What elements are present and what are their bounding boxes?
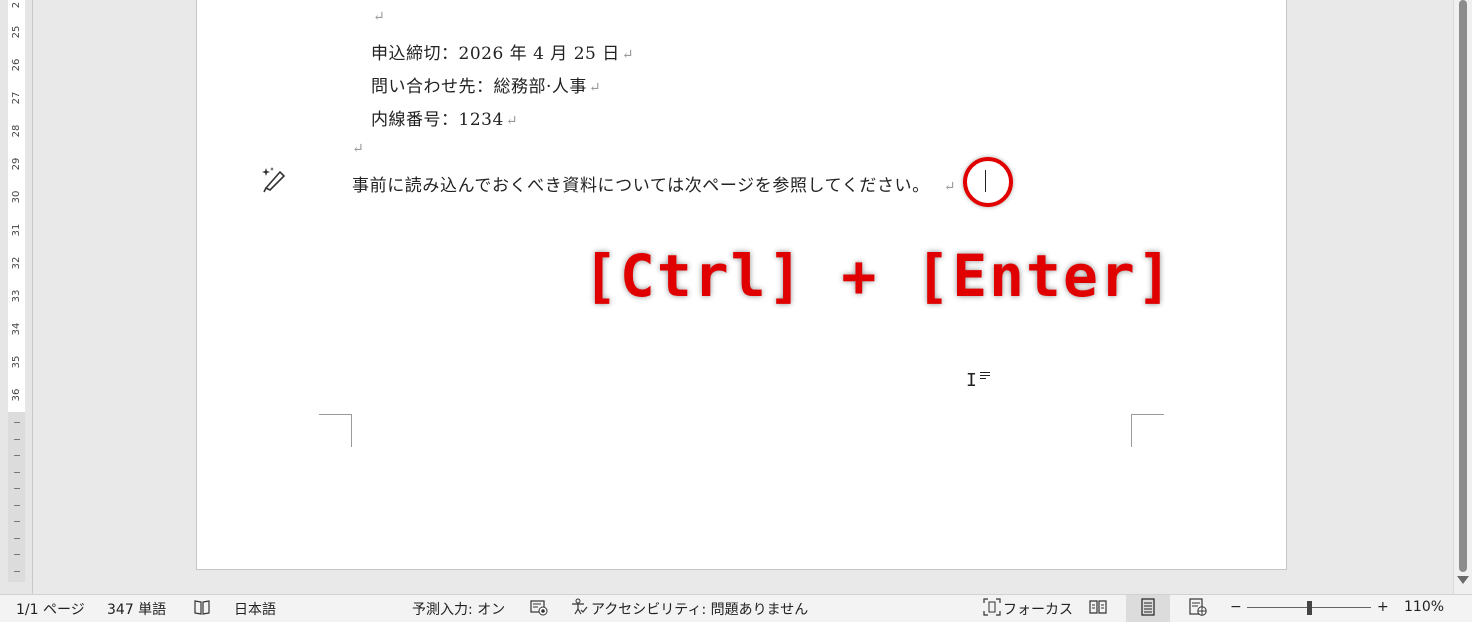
paragraph-mark: ↵: [373, 9, 386, 25]
ruler-tick: [14, 538, 20, 539]
ruler-tick: [14, 488, 20, 489]
highlight-circle: [963, 157, 1013, 207]
proofing-book-icon[interactable]: [193, 598, 211, 616]
ruler-tick: [14, 521, 20, 522]
vertical-scrollbar[interactable]: [1453, 0, 1472, 594]
zoom-level[interactable]: 110%: [1404, 599, 1444, 615]
paragraph-text: 問い合わせ先：総務部·人事: [371, 77, 587, 97]
ruler-label: 33: [11, 289, 22, 303]
margin-corner-left: [319, 414, 352, 447]
predictive-input-status[interactable]: 予測入力: オン: [412, 599, 505, 619]
focus-button[interactable]: フォーカス: [1003, 599, 1073, 619]
ruler-label: 32: [11, 256, 22, 270]
ruler-label: 25: [11, 25, 22, 39]
ibeam-indent-icon: [980, 372, 990, 381]
zoom-out-button[interactable]: −: [1230, 599, 1242, 615]
ruler-label: 30: [11, 190, 22, 204]
read-mode-icon[interactable]: [1089, 598, 1107, 616]
ruler-tick: [14, 505, 20, 506]
ruler-label: 36: [11, 388, 22, 402]
ruler-track-margin: [8, 412, 25, 582]
ruler-label: 34: [11, 322, 22, 336]
empty-paragraph[interactable]: ↵: [350, 138, 364, 158]
shortcut-annotation: [Ctrl] + [Enter]: [582, 241, 1174, 312]
paragraph-text: 事前に読み込んでおくべき資料については次ページを参照してください。: [352, 176, 930, 196]
ruler-tick: [14, 554, 20, 555]
scroll-down-icon[interactable]: [1457, 576, 1469, 584]
paragraph-mark: ↵: [505, 113, 518, 129]
ruler-tick: [14, 472, 20, 473]
status-bar: 1/1 ページ 347 単語 日本語 予測入力: オン アクセシビリティ: 問題…: [0, 594, 1472, 622]
ruler-label: 27: [11, 91, 22, 105]
deadline-paragraph[interactable]: 申込締切：2026 年 4 月 25 日 ↵: [371, 39, 634, 64]
margin-corner-right: [1131, 414, 1164, 447]
paragraph-mark: ↵: [943, 179, 957, 195]
empty-paragraph[interactable]: ↵: [371, 6, 385, 26]
zoom-in-button[interactable]: +: [1377, 599, 1389, 615]
ruler-tick: [14, 455, 20, 456]
ruler-tick: [14, 571, 20, 572]
copilot-rewrite-icon[interactable]: [260, 166, 288, 194]
ibeam-cursor-icon: I: [966, 370, 977, 391]
print-layout-icon[interactable]: [1139, 598, 1157, 616]
web-layout-icon[interactable]: [1189, 598, 1207, 616]
ruler-label: 2: [11, 1, 22, 9]
zoom-slider-thumb[interactable]: [1307, 601, 1312, 615]
paragraph-mark: ↵: [621, 47, 634, 63]
accessibility-status[interactable]: アクセシビリティ: 問題ありません: [591, 599, 808, 619]
extension-paragraph[interactable]: 内線番号：1234 ↵: [371, 105, 518, 130]
ruler-label: 31: [11, 223, 22, 237]
ruler-tick: [14, 439, 20, 440]
paragraph-mark: ↵: [352, 141, 365, 157]
ruler-label: 28: [11, 124, 22, 138]
language-indicator[interactable]: 日本語: [234, 599, 276, 619]
ruler-tick: [14, 422, 20, 423]
ruler-label: 29: [11, 157, 22, 171]
focus-mode-icon[interactable]: [983, 598, 1001, 616]
vertical-ruler: 2 25 26 27 28 29 30 31 32 33 34 35 36: [0, 0, 33, 594]
paragraph-mark: ↵: [588, 80, 602, 96]
paragraph-text: 内線番号：1234: [371, 110, 504, 130]
page-count[interactable]: 1/1 ページ: [16, 599, 85, 619]
paragraph-text: 申込締切：2026 年 4 月 25 日: [371, 44, 620, 64]
contact-paragraph[interactable]: 問い合わせ先：総務部·人事 ↵: [371, 72, 601, 97]
ruler-label: 26: [11, 58, 22, 72]
macro-record-icon[interactable]: [530, 598, 548, 616]
accessibility-icon[interactable]: [570, 598, 588, 616]
ruler-label: 35: [11, 355, 22, 369]
word-count[interactable]: 347 単語: [107, 599, 166, 619]
reference-paragraph[interactable]: 事前に読み込んでおくべき資料については次ページを参照してください。 ↵: [352, 171, 956, 196]
scrollbar-thumb[interactable]: [1459, 0, 1467, 572]
